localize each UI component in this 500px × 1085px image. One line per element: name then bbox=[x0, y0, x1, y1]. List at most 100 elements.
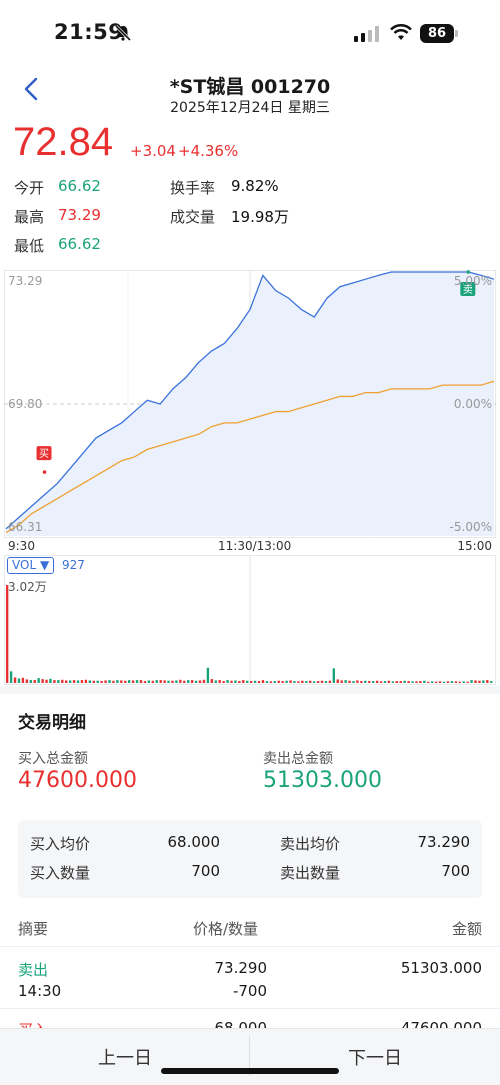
volume-bar bbox=[124, 680, 127, 683]
volume-bar bbox=[151, 680, 154, 683]
volume-bar bbox=[399, 681, 402, 683]
volume-bar bbox=[57, 680, 60, 683]
y-tick-high: 73.29 bbox=[8, 274, 43, 288]
volume-bar bbox=[419, 681, 422, 683]
x-tick-open: 9:30 bbox=[8, 539, 35, 553]
volume-bar bbox=[218, 680, 221, 683]
marker-dot bbox=[42, 470, 47, 474]
volume-bar bbox=[277, 680, 280, 683]
row-amount: 51303.000 bbox=[400, 959, 482, 977]
vol-indicator-selector[interactable]: VOL ▼ bbox=[7, 557, 55, 574]
volume-bar bbox=[293, 681, 296, 683]
volume-bar bbox=[316, 681, 320, 683]
sell-total-label: 卖出总金额 bbox=[263, 751, 333, 767]
volume-bar bbox=[167, 680, 170, 683]
volume-bar bbox=[462, 681, 465, 683]
sell-qty-value: 700 bbox=[441, 862, 470, 880]
volume-bar bbox=[246, 680, 249, 683]
volume-bar bbox=[336, 679, 339, 683]
volume-bar bbox=[257, 681, 261, 683]
status-time: 21:59 bbox=[54, 20, 124, 44]
volume-bar bbox=[84, 679, 88, 683]
buy-marker: 买 bbox=[36, 446, 52, 474]
y-tick-pct-mid: 0.00% bbox=[453, 397, 492, 411]
volume-bar bbox=[375, 680, 379, 683]
volume-bar bbox=[490, 681, 493, 683]
volume-bar bbox=[147, 680, 151, 683]
volume-bar bbox=[143, 681, 147, 683]
prev-day-button[interactable]: 上一日 bbox=[0, 1044, 250, 1070]
sell-qty-label: 卖出数量 bbox=[280, 864, 341, 882]
volume-bar bbox=[356, 680, 359, 683]
volume-bar bbox=[281, 681, 284, 683]
volume-bar bbox=[368, 681, 371, 683]
volume-bar bbox=[305, 681, 308, 683]
high-label: 最高 bbox=[14, 208, 45, 226]
volume-bar bbox=[411, 681, 414, 683]
volume-bar bbox=[458, 681, 461, 683]
vol-max-label: 3.02万 bbox=[8, 580, 47, 594]
volume-bar bbox=[344, 680, 347, 683]
volume-bar bbox=[427, 681, 430, 683]
volume-bar bbox=[332, 668, 336, 683]
volume-bar bbox=[478, 680, 481, 683]
page-subtitle: 2025年12月24日 星期三 bbox=[170, 100, 330, 116]
volume-bar bbox=[297, 681, 300, 683]
next-day-button[interactable]: 下一日 bbox=[250, 1044, 500, 1070]
volume-bar bbox=[88, 680, 92, 683]
volume-bar bbox=[431, 681, 434, 683]
volume-bar bbox=[320, 680, 324, 683]
volume-bar bbox=[250, 681, 253, 683]
volume-chart[interactable] bbox=[4, 555, 496, 685]
col-price-qty: 价格/数量 bbox=[193, 920, 259, 938]
y-tick-pct-high: 5.00% bbox=[453, 274, 492, 288]
volume-bar bbox=[238, 681, 241, 683]
volume-bar bbox=[128, 680, 131, 683]
volume-bar bbox=[29, 680, 32, 683]
volume-bar bbox=[171, 680, 174, 683]
volume-bar bbox=[415, 681, 418, 683]
volume-bar bbox=[466, 681, 469, 683]
volume-bar bbox=[285, 680, 288, 683]
low-value: 66.62 bbox=[58, 235, 101, 253]
page-title: *ST铖昌 001270 bbox=[169, 76, 331, 98]
volume-bar bbox=[120, 680, 123, 683]
y-tick-low: 66.31 bbox=[8, 520, 43, 534]
col-amount: 金额 bbox=[451, 920, 482, 938]
volume-bar bbox=[324, 681, 328, 683]
volume-bar bbox=[474, 680, 477, 683]
volume-bar bbox=[37, 678, 40, 683]
volume-bar bbox=[442, 681, 446, 683]
volume-bar bbox=[41, 679, 44, 683]
volume-bar bbox=[202, 679, 206, 683]
volume-bar bbox=[187, 680, 190, 683]
volume-bar bbox=[352, 681, 355, 683]
battery-cap bbox=[455, 30, 458, 37]
volume-bar bbox=[25, 679, 29, 683]
volume-bar bbox=[183, 680, 186, 683]
volume-bar bbox=[301, 680, 304, 683]
volume-bar bbox=[379, 681, 383, 683]
volume-bar bbox=[222, 681, 225, 683]
volume-bar bbox=[446, 681, 450, 683]
volume-bar bbox=[96, 680, 99, 683]
col-summary: 摘要 bbox=[18, 920, 49, 938]
status-bar: 21:59 86 bbox=[0, 0, 500, 64]
signal-icon bbox=[354, 26, 379, 42]
intraday-chart[interactable]: 买卖 bbox=[4, 270, 496, 538]
row-time: 14:30 bbox=[18, 982, 62, 1000]
volume-bar bbox=[470, 680, 473, 683]
bell-muted-icon bbox=[114, 24, 132, 42]
volume-bar bbox=[179, 679, 182, 683]
volume-bar bbox=[53, 680, 56, 683]
vol-indicator-label: VOL bbox=[12, 558, 37, 572]
volume-bar bbox=[135, 680, 139, 683]
volume-label: 成交量 bbox=[170, 208, 216, 226]
buy-qty-label: 买入数量 bbox=[30, 864, 91, 882]
volume-bar bbox=[309, 680, 312, 683]
table-row[interactable]: 卖出 14:30 73.290 -700 51303.000 bbox=[0, 947, 500, 1007]
volume-bar bbox=[434, 681, 438, 683]
current-price: 72.84 bbox=[13, 120, 114, 164]
volume-bar bbox=[372, 681, 375, 683]
sell-avg-label: 卖出均价 bbox=[280, 835, 341, 853]
